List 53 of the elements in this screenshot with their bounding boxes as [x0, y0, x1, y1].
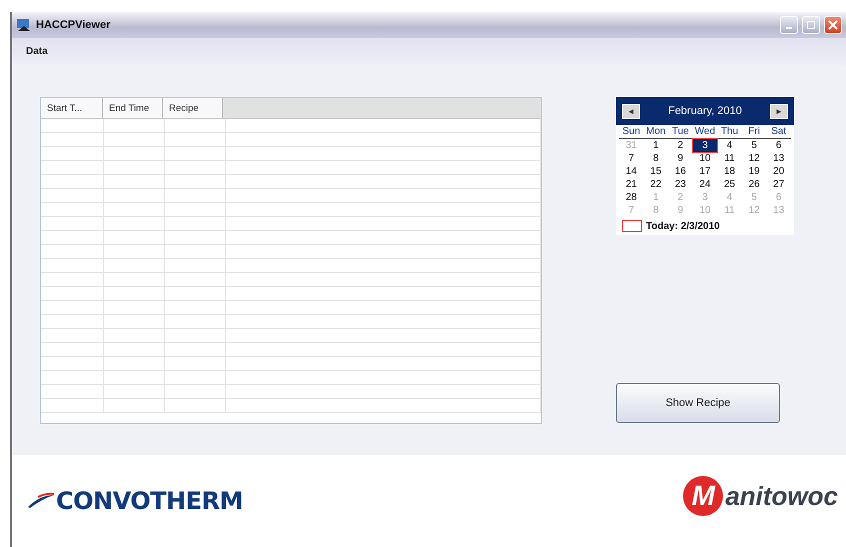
logo-text: CONVOTHERM — [56, 487, 243, 515]
today-label[interactable]: Today: 2/3/2010 — [646, 220, 720, 232]
window-title: HACCPViewer — [36, 19, 112, 31]
previous-month-button[interactable]: ◄ — [622, 104, 640, 118]
weekday-label: Sat — [766, 125, 791, 139]
logo-mark: M — [683, 476, 724, 516]
calendar-day[interactable]: 19 — [742, 165, 766, 178]
close-icon — [828, 20, 838, 30]
show-recipe-button[interactable]: Show Recipe — [616, 383, 780, 423]
weekday-label: Sun — [619, 125, 644, 139]
weekday-label: Fri — [742, 125, 766, 139]
calendar-day[interactable]: 15 — [644, 165, 668, 178]
calendar-day[interactable]: 5 — [742, 139, 766, 152]
calendar-day[interactable]: 11 — [717, 152, 742, 165]
app-icon — [16, 18, 32, 32]
calendar-day[interactable]: 8 — [644, 152, 668, 165]
column-header[interactable]: End Time — [103, 98, 163, 118]
calendar-day[interactable]: 27 — [766, 178, 791, 191]
maximize-button[interactable] — [802, 16, 820, 34]
calendar-day[interactable]: 28 — [619, 191, 644, 204]
calendar-day[interactable]: 22 — [644, 178, 668, 191]
calendar-day[interactable]: 18 — [717, 165, 742, 178]
calendar-day[interactable]: 24 — [692, 178, 718, 191]
menu-item[interactable]: Data — [26, 46, 48, 57]
calendar-day[interactable]: 13 — [766, 152, 791, 165]
calendar-day[interactable]: 26 — [742, 178, 766, 191]
weekday-label: Mon — [644, 125, 668, 139]
calendar-day[interactable]: 23 — [668, 178, 693, 191]
minimize-button[interactable] — [780, 16, 798, 34]
calendar-day[interactable]: 12 — [742, 152, 766, 165]
today-marker — [622, 220, 642, 232]
calendar-day[interactable]: 7 — [619, 152, 644, 165]
month-title: February, 2010 — [668, 105, 742, 117]
calendar-day[interactable]: 16 — [668, 165, 693, 178]
calendar-day[interactable]: 3 — [692, 139, 718, 152]
calendar-day[interactable]: 17 — [692, 165, 718, 178]
calendar-day[interactable]: 20 — [766, 165, 791, 178]
calendar-day[interactable]: 25 — [717, 178, 742, 191]
logo-text: anitowoc — [725, 480, 838, 512]
swoosh-icon — [26, 491, 56, 511]
maximize-icon — [807, 21, 815, 29]
calendar-day[interactable]: 4 — [717, 139, 742, 152]
calendar-day[interactable]: 21 — [619, 178, 644, 191]
column-header[interactable]: Start T... — [41, 98, 103, 118]
calendar-day[interactable]: 14 — [619, 165, 644, 178]
calendar-day[interactable]: 6 — [766, 139, 791, 152]
calendar-day[interactable]: 9 — [668, 152, 693, 165]
column-header[interactable]: Recipe — [163, 98, 223, 118]
calendar-day[interactable]: 1 — [644, 139, 668, 152]
close-button[interactable] — [824, 16, 842, 34]
calendar-day[interactable]: 10 — [692, 152, 718, 165]
next-month-button[interactable]: ► — [770, 104, 788, 118]
calendar-day[interactable]: 2 — [668, 139, 693, 152]
